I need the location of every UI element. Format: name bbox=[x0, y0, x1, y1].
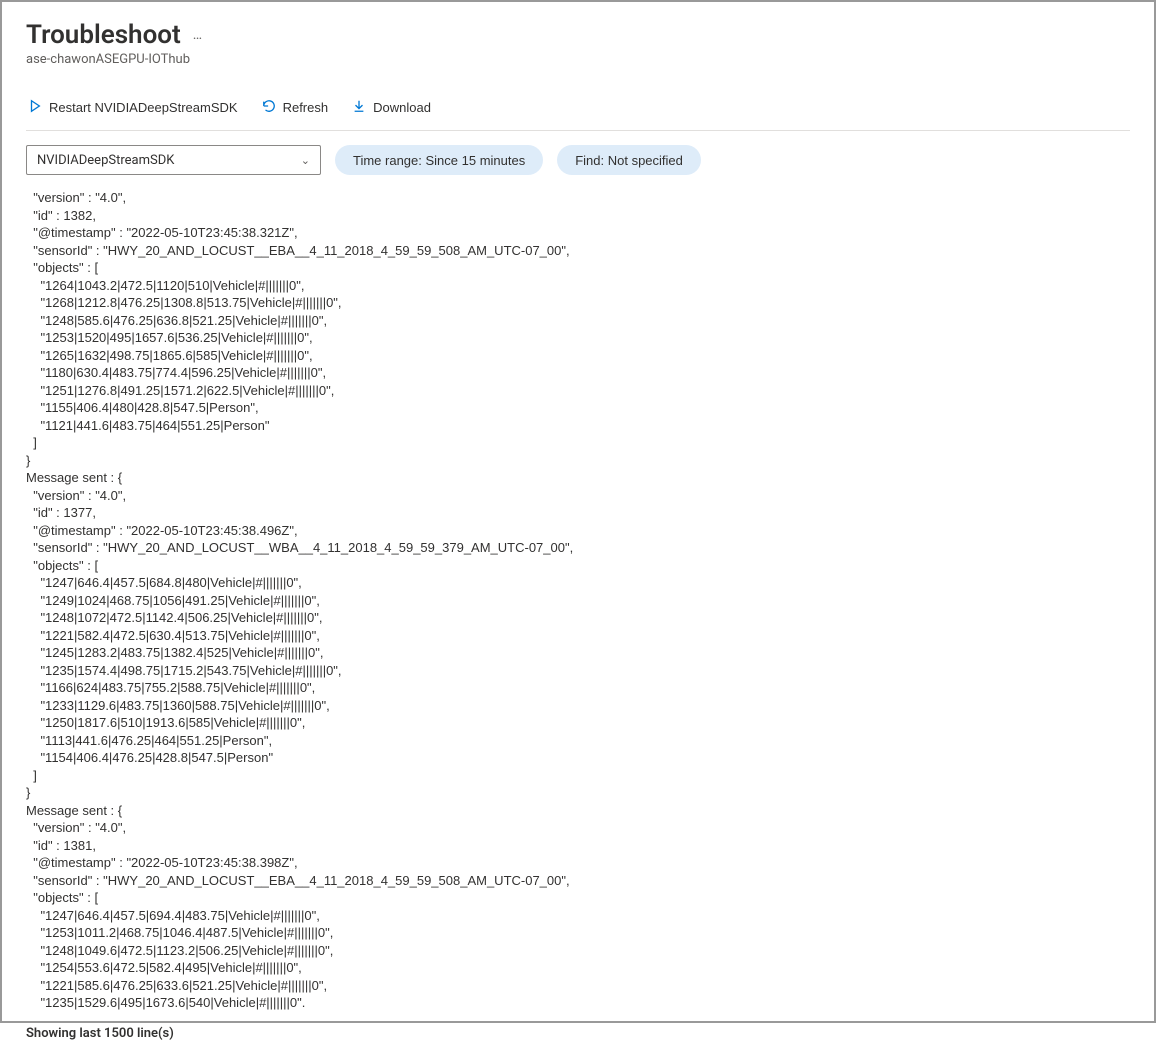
restart-button[interactable]: Restart NVIDIADeepStreamSDK bbox=[26, 95, 240, 120]
log-output: "version" : "4.0", "id" : 1382, "@timest… bbox=[26, 189, 1130, 1012]
restart-button-label: Restart NVIDIADeepStreamSDK bbox=[49, 100, 238, 115]
refresh-button-label: Refresh bbox=[283, 100, 329, 115]
play-icon bbox=[28, 99, 42, 116]
footer-status: Showing last 1500 line(s) bbox=[26, 1026, 1130, 1041]
download-button-label: Download bbox=[373, 100, 431, 115]
module-select[interactable]: NVIDIADeepStreamSDK ⌄ bbox=[26, 145, 321, 175]
module-select-value: NVIDIADeepStreamSDK bbox=[37, 153, 174, 168]
filters-row: NVIDIADeepStreamSDK ⌄ Time range: Since … bbox=[26, 145, 1130, 175]
command-bar: Restart NVIDIADeepStreamSDK Refresh Down… bbox=[26, 95, 1130, 131]
chevron-down-icon: ⌄ bbox=[301, 154, 310, 167]
page-header: Troubleshoot … ase-chawonASEGPU-IOThub bbox=[26, 20, 1130, 67]
more-icon[interactable]: … bbox=[193, 27, 203, 43]
time-range-label: Time range: Since 15 minutes bbox=[353, 153, 525, 168]
download-icon bbox=[352, 99, 366, 116]
refresh-icon bbox=[262, 99, 276, 116]
find-label: Find: Not specified bbox=[575, 153, 683, 168]
find-pill[interactable]: Find: Not specified bbox=[557, 145, 701, 175]
time-range-pill[interactable]: Time range: Since 15 minutes bbox=[335, 145, 543, 175]
download-button[interactable]: Download bbox=[350, 95, 433, 120]
page-subtitle: ase-chawonASEGPU-IOThub bbox=[26, 52, 1130, 67]
refresh-button[interactable]: Refresh bbox=[260, 95, 331, 120]
page-title: Troubleshoot bbox=[26, 20, 181, 50]
